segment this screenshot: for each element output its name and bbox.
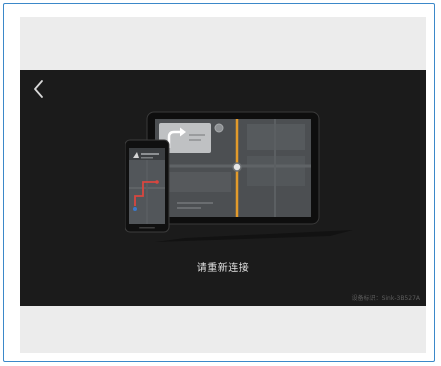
reconnect-status-text: 请重新连接: [196, 263, 250, 274]
position-marker: [232, 162, 242, 172]
back-button[interactable]: [28, 78, 50, 100]
connection-screen: 请重新连接 设备标识：Sink-3B527A: [20, 70, 426, 306]
phone-to-car-display-illustration: [125, 111, 353, 242]
device-id-label: 设备标识：Sink-3B527A: [351, 295, 420, 302]
car-display: [146, 111, 320, 225]
phone: [125, 139, 170, 233]
shadow: [155, 230, 353, 242]
chevron-left-icon: [34, 80, 43, 98]
